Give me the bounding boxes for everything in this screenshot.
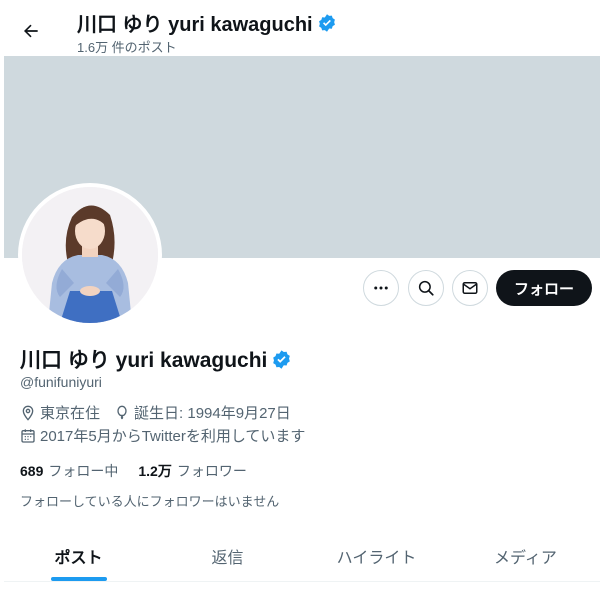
profile-tabs: ポスト 返信 ハイライト メディア — [4, 530, 600, 582]
message-button[interactable] — [452, 270, 488, 306]
joined-row: 2017年5月からTwitterを利用しています — [20, 425, 319, 446]
follow-stats: 689 フォロー中 1.2万 フォロワー — [20, 461, 267, 481]
avatar-photo — [22, 187, 158, 323]
avatar-illustration — [22, 187, 158, 323]
post-count: 1.6万 件のポスト — [77, 40, 177, 55]
tab-posts[interactable]: ポスト — [4, 530, 153, 581]
profile-header: 川口 ゆり yuri kawaguchi 1.6万 件のポスト — [0, 0, 600, 56]
arrow-left-icon — [24, 24, 38, 38]
joined-text: 2017年5月からTwitterを利用しています — [40, 428, 306, 445]
birthday-text: 誕生日: 1994年9月27日 — [134, 405, 291, 422]
following-label: フォロー中 — [48, 463, 119, 479]
more-icon — [374, 286, 388, 290]
verified-badge-icon — [318, 13, 335, 32]
joined-item: 2017年5月からTwitterを利用しています — [20, 425, 305, 446]
tab-media[interactable]: メディア — [451, 530, 600, 581]
followers-link[interactable]: 1.2万 フォロワー — [138, 461, 246, 481]
verified-badge-icon[interactable] — [271, 349, 292, 370]
more-button[interactable] — [363, 270, 399, 306]
location-text: 東京在住 — [40, 405, 101, 422]
birthday-item: 誕生日: 1994年9月27日 — [114, 402, 291, 423]
calendar-icon — [21, 428, 35, 443]
profile-name-row: 川口 ゆり yuri kawaguchi — [20, 344, 292, 374]
followers-you-know: フォローしている人にフォロワーはいません — [20, 494, 280, 509]
balloon-icon — [117, 405, 127, 419]
search-button[interactable] — [408, 270, 444, 306]
mail-icon — [462, 282, 478, 294]
search-icon — [418, 280, 434, 296]
profile-handle: @funifuniyuri — [20, 374, 102, 390]
follow-button[interactable]: フォロー — [496, 270, 592, 306]
followers-label: フォロワー — [176, 463, 247, 479]
back-button[interactable] — [14, 14, 48, 48]
following-link[interactable]: 689 フォロー中 — [20, 461, 118, 481]
header-title-row: 川口 ゆり yuri kawaguchi — [77, 8, 337, 37]
profile-meta-row: 東京在住 誕生日: 1994年9月27日 — [20, 402, 305, 423]
tab-highlights[interactable]: ハイライト — [302, 530, 451, 581]
location-pin-icon — [22, 405, 34, 421]
followers-count: 1.2万 — [138, 463, 172, 479]
avatar[interactable] — [18, 183, 162, 327]
header-title: 川口 ゆり yuri kawaguchi — [77, 14, 313, 36]
tab-replies[interactable]: 返信 — [153, 530, 302, 581]
profile-name: 川口 ゆり yuri kawaguchi — [20, 349, 268, 372]
location-item: 東京在住 — [20, 402, 100, 423]
following-count: 689 — [20, 463, 44, 479]
